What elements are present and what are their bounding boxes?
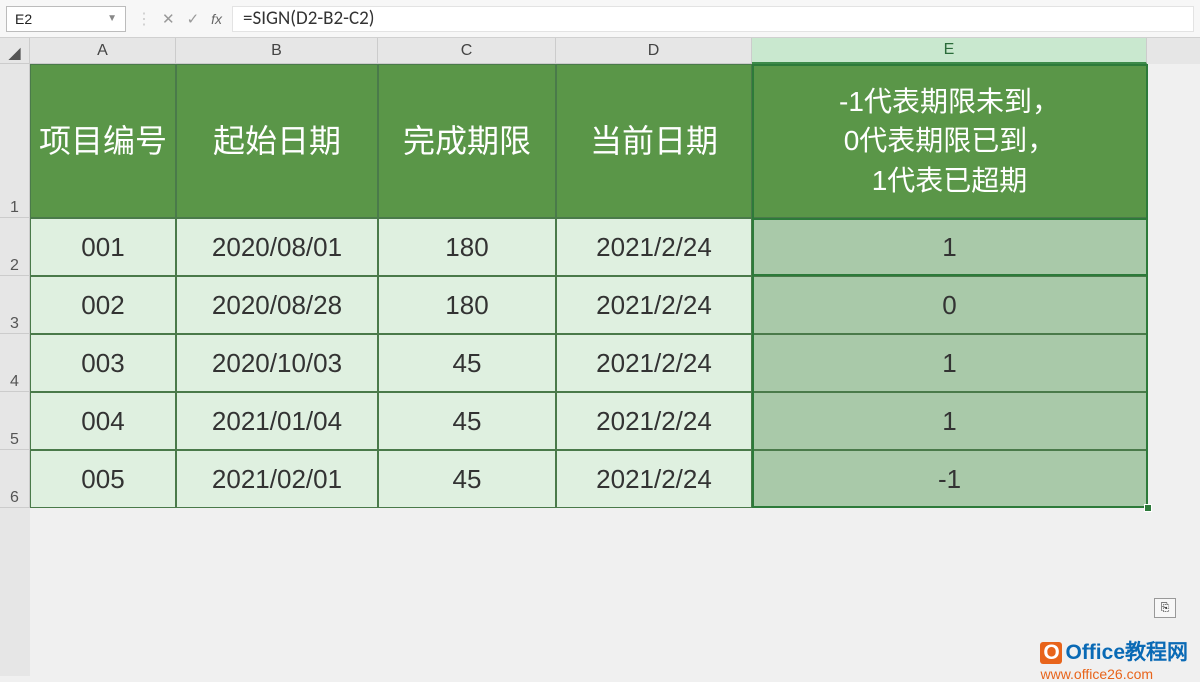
cell[interactable]: 2021/2/24 [556,218,752,276]
cell[interactable]: 2021/2/24 [556,392,752,450]
select-all-corner[interactable]: ◢ [0,38,30,64]
column-headers: A B C D E [30,38,1200,64]
grid: A B C D E 项目编号 起始日期 完成期限 当前日期 -1代表期限未到， … [30,38,1200,676]
formula-input[interactable]: =SIGN(D2-B2-C2) [232,6,1194,32]
table-row: 004 2021/01/04 45 2021/2/24 1 [30,392,1200,450]
cell[interactable]: 45 [378,334,556,392]
watermark: OOffice教程网 www.office26.com [1040,636,1188,682]
header-cell[interactable]: 当前日期 [556,64,752,218]
cell[interactable]: 003 [30,334,176,392]
name-box[interactable]: E2 ▼ [6,6,126,32]
formula-controls: ✕ ✓ fx [162,10,222,28]
name-box-value: E2 [15,11,32,27]
watermark-url: www.office26.com [1040,666,1188,682]
confirm-icon[interactable]: ✓ [187,10,200,28]
cancel-icon[interactable]: ✕ [162,10,175,28]
cell[interactable]: 002 [30,276,176,334]
cell[interactable]: 2021/2/24 [556,334,752,392]
cell[interactable]: 004 [30,392,176,450]
column-header[interactable]: B [176,38,378,64]
spreadsheet: ◢ 1 2 3 4 5 6 A B C D E 项目编号 起始日期 完成期限 当… [0,38,1200,676]
cell[interactable]: 2021/01/04 [176,392,378,450]
table-row: 005 2021/02/01 45 2021/2/24 -1 [30,450,1200,508]
cell[interactable]: 005 [30,450,176,508]
row-header[interactable]: 5 [0,392,30,450]
row-header[interactable]: 2 [0,218,30,276]
formula-text: =SIGN(D2-B2-C2) [243,7,374,30]
cell[interactable]: 2021/02/01 [176,450,378,508]
cell[interactable]: 1 [752,334,1147,392]
row-header[interactable]: 3 [0,276,30,334]
cell[interactable]: 180 [378,218,556,276]
column-header[interactable]: D [556,38,752,64]
row-header[interactable]: 6 [0,450,30,508]
cell[interactable]: -1 [752,450,1147,508]
fx-icon[interactable]: fx [211,11,222,27]
cell[interactable]: 2020/10/03 [176,334,378,392]
cell[interactable]: 2021/2/24 [556,276,752,334]
cell[interactable]: 180 [378,276,556,334]
header-cell[interactable]: 起始日期 [176,64,378,218]
header-cell[interactable]: -1代表期限未到， 0代表期限已到， 1代表已超期 [752,64,1147,218]
table-row: 002 2020/08/28 180 2021/2/24 0 [30,276,1200,334]
cell[interactable]: 45 [378,392,556,450]
divider: ⋮ [136,9,152,29]
cell[interactable]: 1 [752,218,1147,276]
fill-handle[interactable] [1144,504,1152,512]
header-cell[interactable]: 完成期限 [378,64,556,218]
watermark-title: OOffice教程网 [1040,636,1188,666]
column-header[interactable]: C [378,38,556,64]
cell[interactable]: 0 [752,276,1147,334]
cell[interactable]: 2020/08/28 [176,276,378,334]
cell[interactable]: 45 [378,450,556,508]
table-row: 003 2020/10/03 45 2021/2/24 1 [30,334,1200,392]
cell[interactable]: 2021/2/24 [556,450,752,508]
column-header-selected[interactable]: E [752,38,1147,64]
row-header[interactable]: 1 [0,64,30,218]
formula-bar: E2 ▼ ⋮ ✕ ✓ fx =SIGN(D2-B2-C2) [0,0,1200,38]
header-cell[interactable]: 项目编号 [30,64,176,218]
row-header[interactable]: 4 [0,334,30,392]
cell[interactable]: 2020/08/01 [176,218,378,276]
cell[interactable]: 001 [30,218,176,276]
data-area: 项目编号 起始日期 完成期限 当前日期 -1代表期限未到， 0代表期限已到， 1… [30,64,1200,508]
table-row: 001 2020/08/01 180 2021/2/24 1 [30,218,1200,276]
chevron-down-icon[interactable]: ▼ [107,13,117,24]
column-header[interactable]: A [30,38,176,64]
cell[interactable]: 1 [752,392,1147,450]
autofill-options-icon[interactable]: ⎘ [1154,598,1176,618]
row-headers: ◢ 1 2 3 4 5 6 [0,38,30,676]
table-header-row: 项目编号 起始日期 完成期限 当前日期 -1代表期限未到， 0代表期限已到， 1… [30,64,1200,218]
